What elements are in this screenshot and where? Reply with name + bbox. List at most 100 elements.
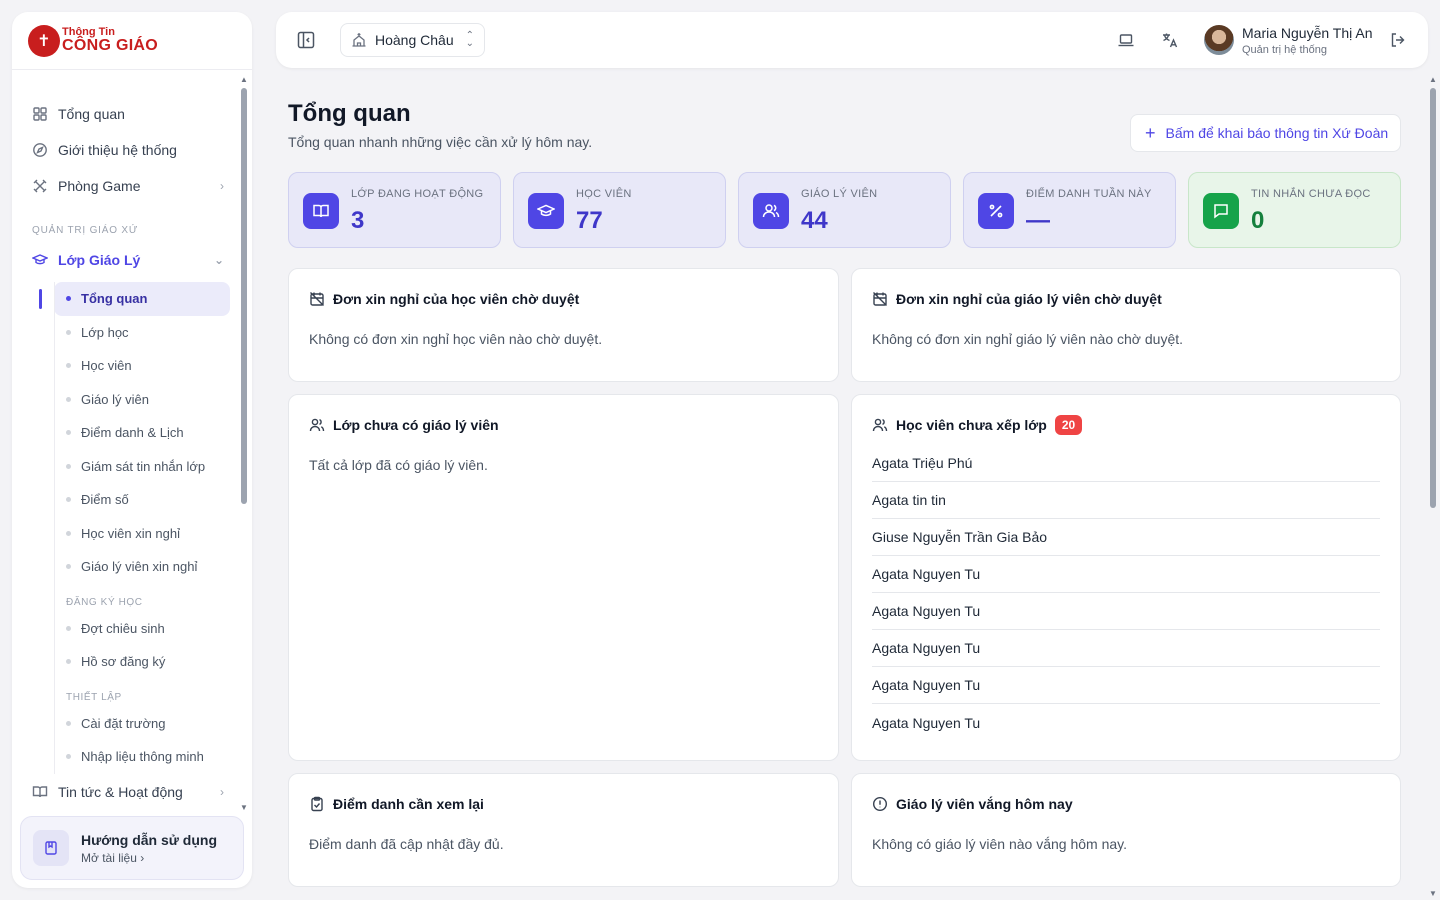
plus-icon: + bbox=[1145, 123, 1156, 143]
section-label: QUẢN TRỊ GIÁO XỨ bbox=[32, 224, 139, 236]
submenu-label: Giáo lý viên bbox=[81, 391, 149, 407]
card-empty-message: Không có giáo lý viên nào vắng hôm nay. bbox=[872, 836, 1128, 852]
users-icon bbox=[309, 417, 325, 433]
sidebar-item-news[interactable]: Tin tức & Hoạt động › bbox=[12, 774, 238, 810]
page-subtitle: Tổng quan nhanh những việc cần xử lý hôm… bbox=[288, 134, 593, 150]
scroll-down-icon[interactable]: ▼ bbox=[1428, 888, 1438, 900]
users-icon bbox=[872, 417, 888, 433]
game-icon bbox=[32, 178, 48, 194]
alert-circle-icon bbox=[872, 796, 888, 812]
submenu-item-smart-import[interactable]: Nhập liệu thông minh bbox=[54, 740, 230, 774]
submenu-label: Giáo lý viên xin nghỉ bbox=[81, 559, 198, 575]
submenu-item-grades[interactable]: Điểm số bbox=[54, 483, 230, 517]
stat-active-classes[interactable]: LỚP ĐANG HOẠT ĐỘNG 3 bbox=[288, 172, 501, 248]
card-empty-message: Không có đơn xin nghỉ giáo lý viên nào c… bbox=[872, 331, 1184, 347]
submenu-label: Nhập liệu thông minh bbox=[81, 749, 204, 765]
card-classes-without-teacher: Lớp chưa có giáo lý viên Tất cả lớp đã c… bbox=[288, 394, 839, 761]
submenu-section-setup: THIẾT LẬP bbox=[66, 691, 122, 703]
sidebar-toggle-icon[interactable] bbox=[296, 30, 316, 50]
sidebar-scrollbar[interactable]: ▲ ▼ bbox=[240, 74, 248, 814]
stat-value: 0 bbox=[1251, 207, 1265, 234]
submenu-item-teachers[interactable]: Giáo lý viên bbox=[54, 383, 230, 417]
card-empty-message: Không có đơn xin nghỉ học viên nào chờ d… bbox=[309, 331, 603, 347]
church-icon bbox=[351, 32, 367, 48]
user-guide-card[interactable]: Hướng dẫn sử dụng Mở tài liệu › bbox=[20, 816, 244, 880]
scroll-thumb[interactable] bbox=[241, 88, 247, 504]
list-item[interactable]: Giuse Nguyễn Trần Gia Bảo bbox=[872, 519, 1380, 556]
list-item[interactable]: Agata Nguyen Tu bbox=[872, 630, 1380, 667]
submenu-item-student-leave[interactable]: Học viên xin nghỉ bbox=[54, 517, 230, 551]
submenu-label: Điểm danh & Lịch bbox=[81, 425, 184, 441]
submenu-label: Cài đặt trường bbox=[81, 715, 166, 731]
sidebar-item-label: Lớp Giáo Lý bbox=[58, 252, 141, 268]
list-item[interactable]: Agata tin tin bbox=[872, 482, 1380, 519]
card-title: Điểm danh cần xem lại bbox=[333, 796, 484, 812]
card-title: Giáo lý viên vắng hôm nay bbox=[896, 796, 1073, 812]
sidebar-item-game[interactable]: Phòng Game › bbox=[12, 168, 238, 204]
submenu-item-overview[interactable]: Tổng quan bbox=[54, 282, 230, 316]
declare-youth-group-button[interactable]: + Bấm để khai báo thông tin Xứ Đoàn bbox=[1130, 114, 1401, 152]
submenu-item-admission[interactable]: Đợt chiêu sinh bbox=[54, 612, 230, 646]
stat-students[interactable]: HỌC VIÊN 77 bbox=[513, 172, 726, 248]
scroll-thumb[interactable] bbox=[1430, 88, 1436, 508]
book-icon bbox=[32, 784, 48, 800]
card-unassigned-students: Học viên chưa xếp lớp 20 Agata Triệu Phú… bbox=[851, 394, 1401, 761]
submenu-label: Điểm số bbox=[81, 492, 129, 508]
sidebar-item-intro[interactable]: Giới thiệu hệ thống bbox=[12, 132, 238, 168]
card-student-leave: Đơn xin nghỉ của học viên chờ duyệt Khôn… bbox=[288, 268, 839, 382]
scroll-up-icon[interactable]: ▲ bbox=[1428, 74, 1438, 86]
stats-row: LỚP ĐANG HOẠT ĐỘNG 3 HỌC VIÊN 77 GIÁO LÝ… bbox=[288, 172, 1401, 248]
stat-teachers[interactable]: GIÁO LÝ VIÊN 44 bbox=[738, 172, 951, 248]
sidebar-item-catechism[interactable]: Lớp Giáo Lý ⌄ bbox=[12, 242, 238, 278]
stat-label: ĐIỂM DANH TUẦN NÀY bbox=[1026, 188, 1152, 200]
submenu-line bbox=[54, 282, 55, 774]
chevron-updown-icon: ⌃ ⌄ bbox=[465, 30, 474, 49]
card-title: Học viên chưa xếp lớp bbox=[896, 417, 1047, 433]
submenu-item-school-settings[interactable]: Cài đặt trường bbox=[54, 707, 230, 741]
graduation-cap-icon bbox=[528, 193, 564, 229]
open-book-icon bbox=[303, 193, 339, 229]
submenu-item-messages[interactable]: Giám sát tin nhắn lớp bbox=[54, 450, 230, 484]
scroll-up-icon[interactable]: ▲ bbox=[240, 74, 248, 86]
submenu-item-registrations[interactable]: Hồ sơ đăng ký bbox=[54, 645, 230, 679]
parish-name: Hoàng Châu bbox=[375, 32, 454, 48]
list-item[interactable]: Agata Triệu Phú bbox=[872, 445, 1380, 482]
stat-label: TIN NHẮN CHƯA ĐỌC bbox=[1251, 188, 1371, 200]
logout-icon[interactable] bbox=[1388, 30, 1408, 50]
sidebar-item-label: Tin tức & Hoạt động bbox=[58, 783, 183, 800]
sidebar-item-overview[interactable]: Tổng quan bbox=[12, 96, 238, 132]
unassigned-student-list: Agata Triệu Phú Agata tin tin Giuse Nguy… bbox=[872, 445, 1380, 741]
main-content: Tổng quan Tổng quan nhanh những việc cần… bbox=[276, 80, 1424, 900]
submenu-item-attendance[interactable]: Điểm danh & Lịch bbox=[54, 416, 230, 450]
list-item[interactable]: Agata Nguyen Tu bbox=[872, 556, 1380, 593]
card-teacher-leave: Đơn xin nghỉ của giáo lý viên chờ duyệt … bbox=[851, 268, 1401, 382]
scroll-down-icon[interactable]: ▼ bbox=[240, 802, 248, 814]
submenu-item-students[interactable]: Học viên bbox=[54, 349, 230, 383]
stat-unread-messages[interactable]: TIN NHẮN CHƯA ĐỌC 0 bbox=[1188, 172, 1401, 248]
stat-value: 44 bbox=[801, 207, 828, 234]
laptop-icon[interactable] bbox=[1116, 30, 1136, 50]
list-item[interactable]: Agata Nguyen Tu bbox=[872, 667, 1380, 704]
page-scrollbar[interactable]: ▲ ▼ bbox=[1428, 74, 1438, 900]
submenu-label: Hồ sơ đăng ký bbox=[81, 654, 166, 670]
translate-icon[interactable] bbox=[1160, 30, 1180, 50]
stat-weekly-attendance[interactable]: ĐIỂM DANH TUẦN NÀY — bbox=[963, 172, 1176, 248]
count-badge: 20 bbox=[1054, 415, 1083, 435]
stat-value: — bbox=[1026, 207, 1050, 234]
parish-selector[interactable]: Hoàng Châu ⌃ ⌄ bbox=[340, 23, 485, 57]
percent-icon bbox=[978, 193, 1014, 229]
submenu-item-classes[interactable]: Lớp học bbox=[54, 316, 230, 350]
card-title: Lớp chưa có giáo lý viên bbox=[333, 417, 499, 433]
stat-value: 3 bbox=[351, 207, 365, 234]
guide-title: Hướng dẫn sử dụng bbox=[81, 831, 217, 848]
chevron-down-icon: ⌄ bbox=[213, 253, 224, 267]
sidebar-nav: Tổng quan Giới thiệu hệ thống Phòng Game… bbox=[12, 82, 238, 812]
user-name: Maria Nguyễn Thị An bbox=[1242, 25, 1373, 41]
list-item[interactable]: Agata Nguyen Tu bbox=[872, 593, 1380, 630]
submenu-item-teacher-leave[interactable]: Giáo lý viên xin nghỉ bbox=[54, 550, 230, 584]
guide-link[interactable]: Mở tài liệu › bbox=[81, 851, 217, 865]
user-avatar[interactable] bbox=[1204, 25, 1234, 55]
brand-logo[interactable]: ✝ Thông Tin CÔNG GIÁO bbox=[12, 12, 252, 70]
stat-label: LỚP ĐANG HOẠT ĐỘNG bbox=[351, 188, 484, 200]
list-item[interactable]: Agata Nguyen Tu bbox=[872, 704, 1380, 741]
